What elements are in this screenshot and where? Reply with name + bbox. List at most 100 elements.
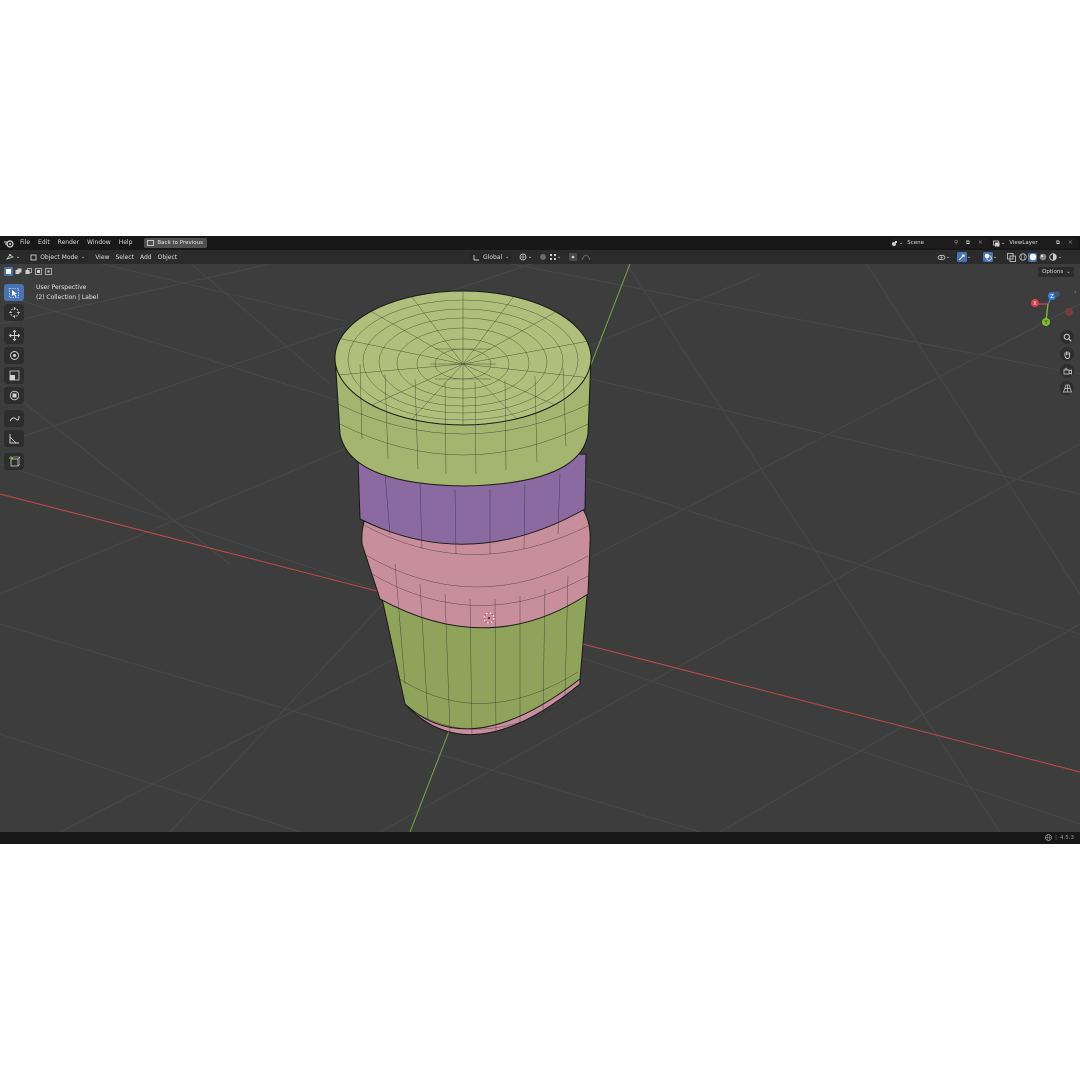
chevron-down-icon: ⌄ (505, 254, 510, 260)
options-button[interactable]: Options ⌄ (1038, 267, 1075, 277)
blender-logo-icon[interactable] (2, 236, 16, 250)
scene-selector[interactable]: ⌄ Scene ⚲ ⧉ ✕ (890, 238, 990, 248)
pencil-icon (9, 415, 19, 422)
hand-icon (1064, 351, 1070, 359)
gizmo-icon (957, 252, 967, 262)
perspective-label: User Perspective (36, 284, 87, 291)
xray-toggle[interactable] (1004, 252, 1019, 262)
menu-help[interactable]: Help (115, 236, 137, 250)
measure-tool[interactable] (4, 430, 24, 447)
chevron-down-icon: ⌄ (993, 254, 998, 260)
object-menu[interactable]: Object (155, 252, 181, 262)
transform-tool[interactable] (4, 387, 24, 404)
collection-label: (2) Collection | Label (36, 294, 99, 301)
pin-icon[interactable]: ⚲ (954, 240, 958, 246)
camera-view-button[interactable] (1060, 364, 1074, 378)
add-cube-icon (8, 456, 20, 467)
view-layer-name: ViewLayer (1009, 240, 1038, 246)
sidebar-toggle-icon[interactable]: ‹ (1074, 289, 1076, 296)
cursor-tool[interactable] (4, 304, 24, 321)
view-layer-selector[interactable]: ⌄ ViewLayer ⧉ ✕ (992, 238, 1078, 248)
eye-icon (937, 254, 946, 260)
transform-orientation-selector[interactable]: Global ⌄ (470, 252, 513, 262)
viewport-header: ⌄ Object Mode ⌄ View Select Add Object G… (0, 250, 1080, 264)
editor-type-button[interactable]: ⌄ (3, 252, 23, 262)
delete-view-layer-icon[interactable]: ✕ (1068, 240, 1073, 246)
proportional-icon (569, 253, 577, 261)
chevron-down-icon: ⌄ (528, 254, 533, 260)
wireframe-shading-icon[interactable] (1018, 253, 1027, 262)
copy-view-layer-icon[interactable]: ⧉ (1056, 240, 1060, 247)
grid-perspective-icon (1062, 384, 1072, 392)
falloff-button[interactable] (578, 252, 594, 262)
rotate-icon (9, 351, 19, 360)
select-intersect-icon[interactable] (44, 267, 53, 276)
solid-shading-icon[interactable] (1028, 252, 1037, 262)
menu-file[interactable]: File (16, 236, 34, 250)
select-new-icon[interactable] (4, 267, 13, 276)
select-subtract-icon[interactable] (24, 267, 33, 276)
select-menu[interactable]: Select (112, 252, 137, 262)
chevron-down-icon: ⌄ (899, 240, 904, 246)
object-visibility-button[interactable]: ⌄ (934, 252, 953, 262)
viewport-scene: Z X Y (0, 264, 1080, 832)
annotate-tool[interactable] (4, 410, 24, 427)
chevron-down-icon: ⌄ (1001, 240, 1006, 246)
add-menu[interactable]: Add (137, 252, 155, 262)
3d-viewport[interactable]: Z X Y User Perspective (2) Collection | … (0, 264, 1080, 832)
status-bar: | 4.5.3 (0, 832, 1080, 844)
mode-label: Object Mode (40, 253, 78, 261)
global-axes-icon (473, 254, 479, 260)
chevron-down-icon[interactable]: ⌄ (1058, 254, 1062, 260)
menu-window[interactable]: Window (83, 236, 115, 250)
snap-target-button[interactable]: ⌄ (546, 252, 564, 262)
menu-render[interactable]: Render (54, 236, 83, 250)
rendered-shading-icon[interactable] (1048, 253, 1057, 262)
ruler-icon (9, 434, 19, 444)
xray-icon (1007, 252, 1016, 262)
pan-button[interactable] (1060, 347, 1074, 361)
object-mode-icon (30, 254, 37, 260)
move-arrows-icon (8, 330, 20, 341)
overlays-toggle[interactable]: ⌄ (980, 252, 1000, 262)
back-to-previous-button[interactable]: Back to Previous (144, 238, 208, 248)
zoom-button[interactable] (1060, 330, 1074, 344)
menu-edit[interactable]: Edit (34, 236, 54, 250)
delete-scene-icon[interactable]: ✕ (978, 240, 983, 246)
select-box-tool[interactable] (4, 284, 24, 301)
perspective-toggle-button[interactable] (1060, 381, 1074, 395)
chevron-down-icon: ⌄ (967, 254, 972, 260)
add-cube-tool[interactable] (4, 453, 24, 470)
back-to-previous-label: Back to Previous (157, 240, 204, 246)
cursor-arrow-icon (9, 287, 19, 298)
mode-selector[interactable]: Object Mode ⌄ (27, 252, 89, 262)
view-menu[interactable]: View (92, 252, 112, 262)
gizmo-x-label: X (1033, 301, 1037, 307)
shading-mode-group: ⌄ (1018, 252, 1062, 262)
overlays-icon (983, 252, 993, 262)
select-invert-icon[interactable] (34, 267, 43, 276)
select-extend-icon[interactable] (14, 267, 23, 276)
version-number: 4.5.3 (1060, 834, 1074, 841)
tool-shelf (4, 284, 24, 470)
version-info: | 4.5.3 (1045, 834, 1074, 841)
pivot-point-button[interactable]: ⌄ (516, 252, 535, 262)
copy-scene-icon[interactable]: ⧉ (966, 240, 970, 247)
gizmo-toggle[interactable]: ⌄ (954, 252, 974, 262)
chevron-down-icon: ⌄ (1066, 269, 1071, 275)
3d-cursor-tool-icon (8, 307, 20, 318)
chevron-down-icon: ⌄ (946, 254, 951, 260)
scale-icon (9, 370, 19, 381)
selection-mode-group (4, 267, 53, 276)
orientation-label: Global (483, 253, 503, 261)
scale-tool[interactable] (4, 367, 24, 384)
view-layer-icon (992, 239, 1001, 248)
bottle-mesh (334, 290, 592, 737)
gizmo-z-label: Z (1050, 294, 1054, 300)
camera-icon (1063, 367, 1072, 375)
top-menu-bar: File Edit Render Window Help Back to Pre… (0, 236, 1080, 250)
globe-icon (1045, 834, 1052, 841)
rotate-tool[interactable] (4, 347, 24, 364)
material-preview-icon[interactable] (1038, 253, 1047, 262)
move-tool[interactable] (4, 327, 24, 344)
